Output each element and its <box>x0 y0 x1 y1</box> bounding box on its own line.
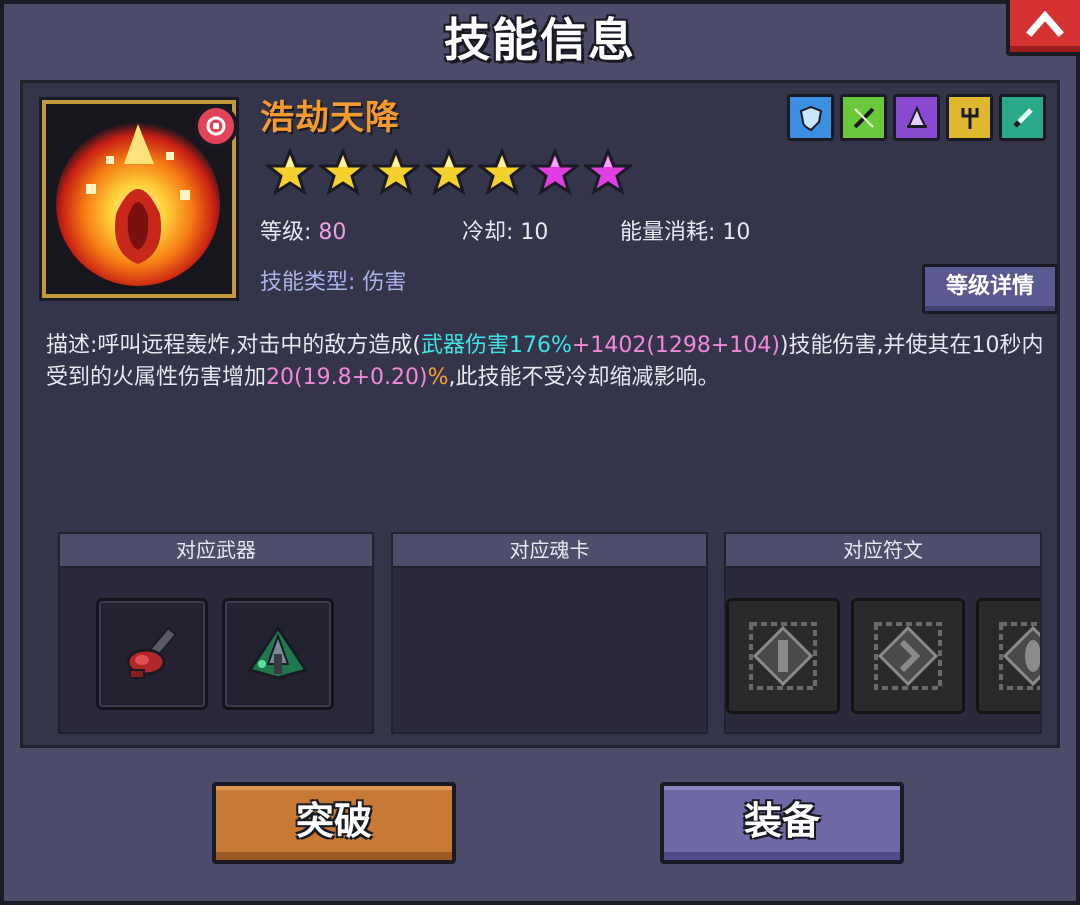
blade-icon <box>999 94 1046 141</box>
skill-description: 描述:呼叫远程轰炸,对击中的敌方造成(武器伤害176%+1402(1298+10… <box>46 333 1044 390</box>
cooldown-label: 冷却: <box>462 220 514 245</box>
weapon-slot-1[interactable] <box>96 598 208 710</box>
level-value: 80 <box>318 220 347 245</box>
runes-panel: 对应符文 <box>724 532 1042 734</box>
shield-icon <box>787 94 834 141</box>
gold-star-icon <box>266 148 314 196</box>
purple-star-icon <box>531 148 579 196</box>
cooldown-stat: 冷却: 10 <box>462 214 548 246</box>
purple-star-icon <box>584 148 632 196</box>
energy-cost-stat: 能量消耗: 10 <box>620 214 750 246</box>
fire-damage-bonus-value: 20(19.8+0.20) <box>266 365 428 390</box>
energy-label: 能量消耗: <box>620 220 716 245</box>
equip-button[interactable]: 装备 <box>660 782 904 864</box>
breakthrough-button[interactable]: 突破 <box>212 782 456 864</box>
rune-icon <box>999 622 1040 690</box>
weapons-panel-title: 对应武器 <box>60 534 372 568</box>
skill-type: 技能类型: 伤害 <box>260 264 406 296</box>
weapon-damage-highlight: 武器伤害176% <box>421 333 572 358</box>
green-gun-icon <box>247 625 309 680</box>
level-label: 等级: <box>260 220 312 245</box>
skill-type-badge <box>194 104 238 148</box>
sword-icon <box>840 94 887 141</box>
skill-type-value: 伤害 <box>362 270 407 295</box>
gold-star-icon <box>319 148 367 196</box>
rune-slot-3[interactable] <box>976 598 1040 714</box>
trident-icon <box>946 94 993 141</box>
rune-icon <box>874 622 942 690</box>
rune-slot-1[interactable] <box>726 598 840 714</box>
gold-star-icon <box>425 148 473 196</box>
red-gun-icon <box>126 626 178 679</box>
window-title: 技能信息 <box>444 13 636 67</box>
fire-badge-icon <box>206 116 226 136</box>
close-button[interactable] <box>1006 0 1080 56</box>
skill-damage-value: 1402(1298+104) <box>590 333 780 358</box>
weapons-panel: 对应武器 <box>58 532 374 734</box>
skill-name: 浩劫天降 <box>260 98 400 138</box>
level-details-button[interactable]: 等级详情 <box>922 264 1058 314</box>
skill-type-label: 技能类型: <box>260 270 356 295</box>
rune-icon <box>749 622 817 690</box>
chevron-up-icon <box>1026 10 1064 37</box>
cooldown-value: 10 <box>520 220 549 245</box>
gold-star-icon <box>372 148 420 196</box>
star-rating <box>266 148 632 196</box>
wizard-hat-icon <box>893 94 940 141</box>
rune-slot-2[interactable] <box>851 598 965 714</box>
level-stat: 等级: 80 <box>260 214 346 246</box>
runes-panel-title: 对应符文 <box>726 534 1040 568</box>
soul-cards-panel-title: 对应魂卡 <box>393 534 706 568</box>
weapon-slot-2[interactable] <box>222 598 334 710</box>
gold-star-icon <box>478 148 526 196</box>
energy-value: 10 <box>722 220 751 245</box>
element-icons <box>787 94 1046 141</box>
soul-cards-panel: 对应魂卡 <box>391 532 708 734</box>
